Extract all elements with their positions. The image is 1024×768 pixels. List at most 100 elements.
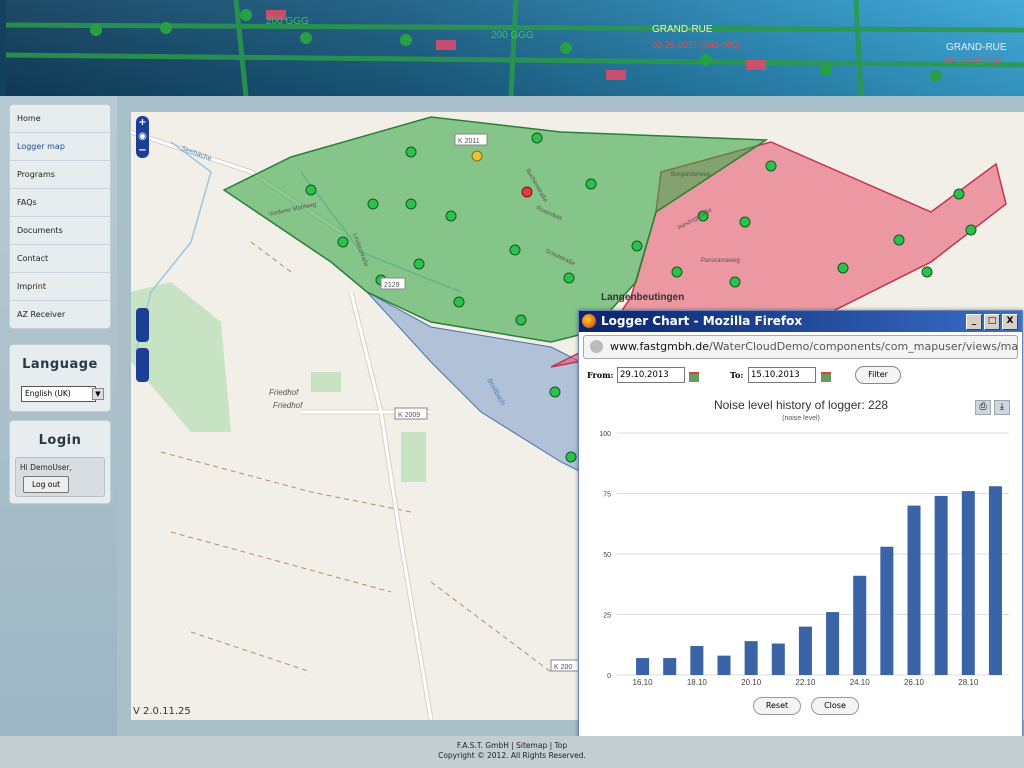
chart-bar xyxy=(798,626,812,675)
map-meadow-2 xyxy=(311,372,341,392)
chart-bar xyxy=(988,486,1002,675)
language-panel: Language English (UK) ▼ xyxy=(9,344,111,412)
chart-bar xyxy=(961,491,975,675)
banner-street-1: GRAND-RUE xyxy=(652,24,713,35)
nav-item-documents[interactable]: Documents xyxy=(10,217,110,245)
banner-map-image: GRAND-RUE 02-25-0327-(040-080) GRAND-RUE… xyxy=(5,0,1024,99)
to-date-input[interactable]: 15.10.2013 xyxy=(748,367,816,383)
login-status: Hi DemoUser, Log out xyxy=(15,457,105,497)
x-tick-label: 28.10 xyxy=(958,678,979,687)
x-tick-label: 20.10 xyxy=(741,678,762,687)
map-meadow-3 xyxy=(401,432,426,482)
left-sidebar: Home Logger map Programs FAQs Documents … xyxy=(0,96,117,736)
banner-number-1: 200 GGG xyxy=(491,30,534,41)
chart-bars xyxy=(636,486,1002,675)
chart-bar xyxy=(907,505,921,675)
label-seebach: Seebäche xyxy=(180,145,212,162)
x-tick-label: 22.10 xyxy=(795,678,816,687)
chart-title: Noise level history of logger: 228 xyxy=(714,398,888,412)
firefox-icon xyxy=(582,314,596,328)
from-date-input[interactable]: 29.10.2013 xyxy=(617,367,685,383)
calendar-icon[interactable] xyxy=(821,372,831,382)
nav-item-contact[interactable]: Contact xyxy=(10,245,110,273)
chart-bar xyxy=(744,641,758,675)
address-bar[interactable]: www.fastgmbh.de/WaterCloudDemo/component… xyxy=(583,335,1018,359)
layer-switcher-icon[interactable] xyxy=(136,308,149,342)
page-footer: F.A.S.T. GmbH | Sitemap | Top Copyright … xyxy=(0,736,1024,768)
nav-item-programs[interactable]: Programs xyxy=(10,161,110,189)
login-title: Login xyxy=(38,433,82,448)
maximize-button[interactable]: □ xyxy=(984,314,1000,330)
nav-item-imprint[interactable]: Imprint xyxy=(10,273,110,301)
banner-network-graphic: GRAND-RUE 02-25-0327-(040-080) GRAND-RUE… xyxy=(5,0,1024,97)
url-text: www.fastgmbh.de/WaterCloudDemo/component… xyxy=(610,340,1018,353)
minimize-button[interactable]: _ xyxy=(966,314,982,330)
calendar-icon[interactable] xyxy=(689,372,699,382)
url-domain: www.fastgmbh.de xyxy=(610,340,710,353)
x-tick-label: 18.10 xyxy=(687,678,708,687)
home-location-icon[interactable] xyxy=(136,348,149,382)
chart-bar xyxy=(663,658,677,675)
reset-button[interactable]: Reset xyxy=(753,697,801,715)
chart-bar xyxy=(853,575,867,675)
x-tick-label: 26.10 xyxy=(904,678,925,687)
label-town: Langenbeutingen xyxy=(601,292,684,303)
nav-item-az-receiver[interactable]: AZ Receiver xyxy=(10,301,110,328)
login-greeting: Hi DemoUser, xyxy=(20,463,72,472)
zoom-out-icon[interactable]: − xyxy=(136,144,149,158)
x-tick-label: 24.10 xyxy=(850,678,871,687)
window-title: Logger Chart - Mozilla Firefox xyxy=(601,314,803,328)
nav-item-faqs[interactable]: FAQs xyxy=(10,189,110,217)
chart-bar xyxy=(880,546,894,675)
y-tick-label: 0 xyxy=(607,673,611,680)
language-selected-value: English (UK) xyxy=(25,389,71,398)
noise-level-chart: Noise level history of logger: 228 (nois… xyxy=(599,398,1009,687)
chart-bar xyxy=(771,643,785,675)
label-friedhof-2: Friedhof xyxy=(273,401,303,410)
y-tick-label: 100 xyxy=(599,431,611,438)
site-identity-icon[interactable] xyxy=(590,340,603,353)
header-banner: GRAND-RUE 02-25-0327-(040-080) GRAND-RUE… xyxy=(0,0,1024,100)
banner-code-1: 02-25-0327-(040-080) xyxy=(652,40,740,50)
zoom-in-icon[interactable]: + xyxy=(136,116,149,130)
label-k2011: K 2011 xyxy=(458,138,480,145)
zoom-control[interactable]: + ◉ − xyxy=(136,116,149,158)
chevron-down-icon[interactable]: ▼ xyxy=(92,388,104,400)
footer-links[interactable]: F.A.S.T. GmbH | Sitemap | Top xyxy=(0,741,1024,751)
logger-chart-window: Logger Chart - Mozilla Firefox _ □ X www… xyxy=(578,310,1023,737)
window-titlebar[interactable]: Logger Chart - Mozilla Firefox _ □ X xyxy=(579,311,1022,332)
logout-button[interactable]: Log out xyxy=(23,476,69,493)
footer-copyright: Copyright © 2012. All Rights Reserved. xyxy=(438,751,586,760)
nav-item-home[interactable]: Home xyxy=(10,105,110,133)
to-label: To: xyxy=(730,370,744,380)
y-tick-label: 75 xyxy=(603,492,611,499)
banner-number-2: 200 GGG xyxy=(266,16,309,27)
banner-street-2: GRAND-RUE xyxy=(946,42,1007,53)
language-select[interactable]: English (UK) ▼ xyxy=(21,386,104,402)
y-tick-label: 50 xyxy=(603,552,611,559)
language-title: Language xyxy=(22,357,98,372)
pan-icon[interactable]: ◉ xyxy=(136,130,149,144)
main-navigation: Home Logger map Programs FAQs Documents … xyxy=(9,104,111,329)
label-k200: K 200 xyxy=(554,664,572,671)
label-burgunderweg: Burgunderweg xyxy=(671,172,710,178)
from-label: From: xyxy=(587,370,614,380)
chart-bar xyxy=(717,655,731,675)
banner-code-2: 02-13-0327-(0 xyxy=(944,56,1001,66)
label-k2009: K 2009 xyxy=(398,412,420,419)
chart-bar xyxy=(934,495,948,675)
filter-button[interactable]: Filter xyxy=(855,366,901,384)
login-panel: Login Hi DemoUser, Log out xyxy=(9,420,111,504)
nav-item-logger-map[interactable]: Logger map xyxy=(10,133,110,161)
chart-bar xyxy=(690,645,704,675)
url-path: /WaterCloudDemo/components/com_mapuser/v… xyxy=(709,340,1018,353)
y-tick-label: 25 xyxy=(603,613,611,620)
chart-subtitle: (noise level) xyxy=(782,415,820,422)
date-filter-row: From: 29.10.2013 To: 15.10.2013 Filter xyxy=(587,366,1012,384)
close-window-button[interactable]: X xyxy=(1002,314,1018,330)
label-friedhof-1: Friedhof xyxy=(269,388,299,397)
label-2129: 2129 xyxy=(384,282,400,289)
chart-bar xyxy=(826,612,840,675)
chart-bar xyxy=(636,658,650,675)
close-button[interactable]: Close xyxy=(811,697,859,715)
